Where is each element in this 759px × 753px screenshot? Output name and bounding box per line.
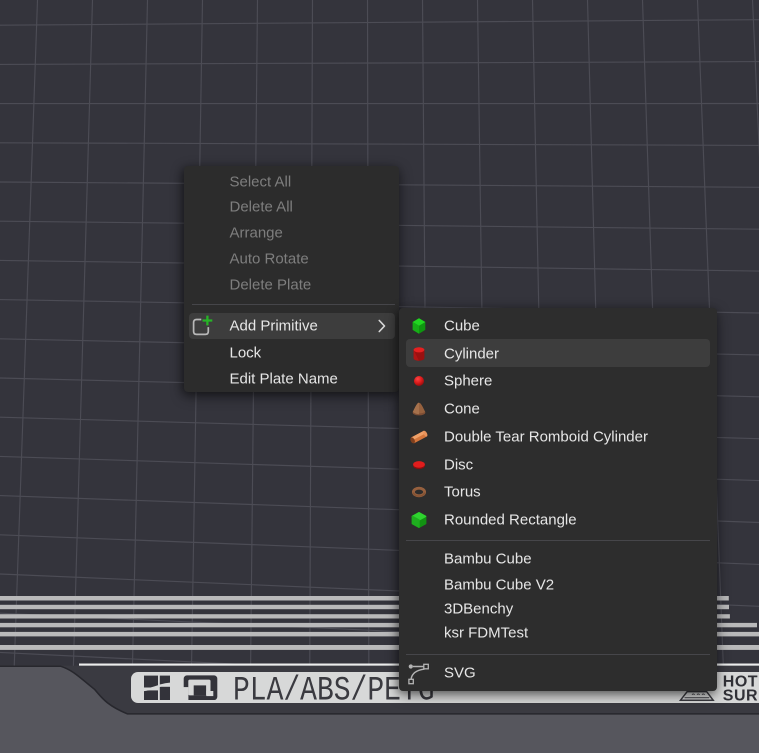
svg-text:SURF: SURF xyxy=(723,687,759,704)
